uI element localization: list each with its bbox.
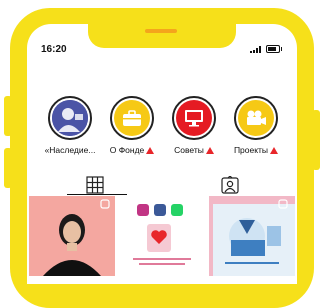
- monitor-icon: [176, 100, 212, 136]
- signal-icon: [250, 46, 261, 53]
- highlight-ring: [234, 96, 278, 140]
- alert-triangle-icon: [146, 146, 155, 154]
- highlight-ring: [110, 96, 154, 140]
- speaker-icon: [145, 29, 177, 33]
- alert-triangle-icon: [270, 146, 279, 154]
- highlight-ring: [48, 96, 92, 140]
- battery-icon: [266, 45, 282, 53]
- briefcase-icon: [114, 100, 150, 136]
- side-button-left: [4, 96, 12, 136]
- side-button-right: [312, 110, 320, 170]
- social-media-illustration: [119, 196, 205, 276]
- highlight-nasledie[interactable]: «Наследие...: [40, 96, 100, 155]
- highlight-label: Проекты: [233, 145, 269, 155]
- post-tile[interactable]: [119, 196, 205, 276]
- highlight-o-fonde[interactable]: О Фонде: [102, 96, 162, 155]
- education-illustration: [209, 196, 295, 276]
- post-tile[interactable]: [209, 196, 295, 276]
- camera-icon: [238, 100, 274, 136]
- phone-notch: [88, 24, 236, 48]
- posts-grid: [29, 196, 295, 276]
- side-button-left-2: [4, 148, 12, 188]
- woman-portrait-image: [29, 196, 115, 276]
- status-icons: [250, 45, 282, 53]
- post-tile[interactable]: [29, 196, 115, 276]
- profile-tabs: [27, 172, 297, 196]
- alert-triangle-icon: [205, 146, 214, 154]
- highlight-label: О Фонде: [109, 145, 145, 155]
- portrait-icon: [52, 100, 88, 136]
- status-time: 16:20: [41, 44, 67, 55]
- active-tab-indicator: [67, 194, 127, 195]
- highlight-proekty[interactable]: Проекты: [226, 96, 286, 155]
- highlight-ring: [172, 96, 216, 140]
- highlight-label: Советы: [174, 145, 204, 155]
- highlight-label: «Наследие...: [44, 145, 96, 155]
- highlight-sovety[interactable]: Советы: [164, 96, 224, 155]
- story-highlights: «Наследие... О Фонде Советы Проекты: [40, 96, 290, 166]
